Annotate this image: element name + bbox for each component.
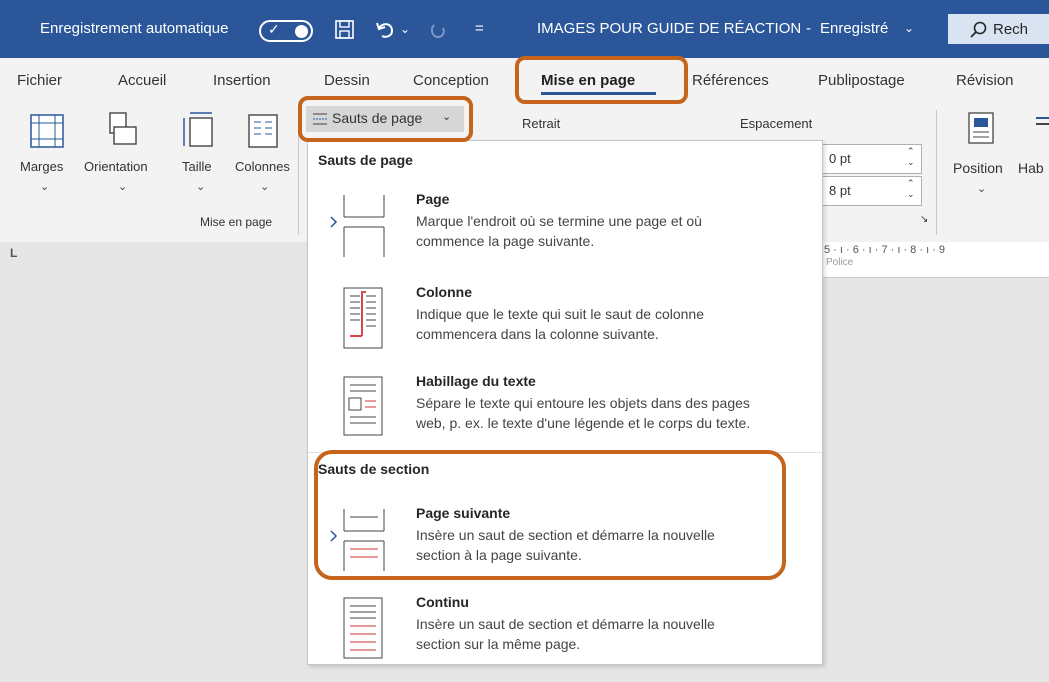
ruler-partial-label: Police xyxy=(826,257,854,268)
toggle-knob xyxy=(295,25,308,38)
menu-item-desc: web, p. ex. le texte d'une légende et le… xyxy=(416,415,751,431)
wrap-text-icon xyxy=(1036,117,1049,125)
page-breaks-button[interactable]: Sauts de page ⌄ xyxy=(306,106,464,132)
page-break-icon xyxy=(330,195,385,257)
margins-button[interactable]: Marges xyxy=(20,159,63,174)
ruler-ticks: 5 · ı · 6 · ı · 7 · ı · 8 · ı · 9 xyxy=(824,244,946,256)
dialog-launcher-icon[interactable]: ↘ xyxy=(920,214,928,225)
menu-item-desc: Sépare le texte qui entoure les objets d… xyxy=(416,395,750,411)
autosave-toggle[interactable]: ✓ xyxy=(259,20,313,42)
menu-item-title: Continu xyxy=(416,594,469,610)
search-text: Rech xyxy=(993,21,1029,38)
menu-item-desc: section à la page suivante. xyxy=(416,547,582,563)
size-button[interactable]: Taille xyxy=(182,159,212,174)
menu-item-page-suivante[interactable]: Page suivante Insère un saut de section … xyxy=(308,505,822,593)
size-icon xyxy=(183,112,213,147)
group-divider xyxy=(936,110,937,235)
menu-item-title: Page xyxy=(416,191,450,207)
menu-item-page[interactable]: Page Marque l'endroit où se termine une … xyxy=(308,191,822,279)
spacing-before-input[interactable]: 0 pt ⌃ ⌄ xyxy=(822,144,922,174)
menu-item-colonne[interactable]: Colonne Indique que le texte qui suit le… xyxy=(308,284,822,372)
menu-item-desc: Indique que le texte qui suit le saut de… xyxy=(416,306,704,322)
spacing-after-value: 8 pt xyxy=(829,183,851,198)
chevron-down-icon: ⌄ xyxy=(260,181,270,193)
menu-divider xyxy=(308,452,822,453)
orientation-button[interactable]: Orientation xyxy=(84,159,148,174)
redo-icon[interactable] xyxy=(428,20,448,40)
group-divider xyxy=(298,110,299,235)
tab-publipostage[interactable]: Publipostage xyxy=(818,72,905,89)
wrap-text-button[interactable]: Hab xyxy=(1018,160,1044,176)
column-break-icon xyxy=(343,287,383,349)
page-breaks-label: Sauts de page xyxy=(332,110,423,126)
spacing-label: Espacement xyxy=(740,116,813,131)
group-label-mise-en-page: Mise en page xyxy=(200,215,273,229)
spinner-icon[interactable]: ⌃ ⌄ xyxy=(907,146,915,168)
ruler: 5 · ı · 6 · ı · 7 · ı · 8 · ı · 9 Police xyxy=(820,242,1049,278)
undo-icon[interactable] xyxy=(374,19,396,41)
position-icon xyxy=(968,112,994,144)
menu-item-title: Habillage du texte xyxy=(416,373,536,389)
tab-stop-selector[interactable]: L xyxy=(10,246,17,260)
tab-fichier[interactable]: Fichier xyxy=(17,72,62,89)
chevron-down-icon[interactable]: ⌄ xyxy=(904,21,914,35)
menu-item-desc: commencera dans la colonne suivante. xyxy=(416,326,659,342)
continuous-break-icon xyxy=(343,597,383,659)
save-status[interactable]: Enregistré xyxy=(820,20,888,37)
save-icon[interactable] xyxy=(334,19,356,41)
tab-references[interactable]: Références xyxy=(692,72,769,89)
chevron-down-icon: ⌄ xyxy=(977,183,987,195)
customize-qat-icon[interactable]: = xyxy=(475,20,484,37)
indent-label: Retrait xyxy=(522,116,561,131)
menu-item-desc: section sur la même page. xyxy=(416,636,581,652)
page-breaks-menu: Sauts de page Page Marque l'endroit où s… xyxy=(307,140,823,665)
orientation-icon xyxy=(109,112,137,145)
menu-item-desc: Insère un saut de section et démarre la … xyxy=(416,616,715,632)
title-bar: Enregistrement automatique ✓ ⌄ = IMAGES … xyxy=(0,0,1049,58)
chevron-down-icon: ⌄ xyxy=(442,111,452,123)
search-icon xyxy=(970,21,987,38)
margins-icon xyxy=(30,114,64,148)
columns-icon xyxy=(248,114,278,148)
next-page-break-icon xyxy=(330,509,385,571)
ribbon-tabs: Fichier Accueil Insertion Dessin Concept… xyxy=(0,58,1049,102)
chevron-down-icon: ⌄ xyxy=(40,181,50,193)
menu-header-page-breaks: Sauts de page xyxy=(318,152,413,168)
tab-accueil[interactable]: Accueil xyxy=(118,72,166,89)
active-tab-underline xyxy=(541,92,656,95)
tab-revision[interactable]: Révision xyxy=(956,72,1014,89)
tab-dessin[interactable]: Dessin xyxy=(324,72,370,89)
menu-item-continu[interactable]: Continu Insère un saut de section et dém… xyxy=(308,594,822,682)
menu-item-desc: commence la page suivante. xyxy=(416,233,595,249)
spinner-icon[interactable]: ⌃ ⌄ xyxy=(907,178,915,200)
menu-item-habillage[interactable]: Habillage du texte Sépare le texte qui e… xyxy=(308,373,822,461)
search-box[interactable]: Rech xyxy=(948,14,1049,44)
tab-conception[interactable]: Conception xyxy=(413,72,489,89)
spacing-after-input[interactable]: 8 pt ⌃ ⌄ xyxy=(822,176,922,206)
text-wrapping-break-icon xyxy=(343,376,383,436)
menu-item-title: Colonne xyxy=(416,284,472,300)
page-break-icon xyxy=(313,113,327,125)
columns-button[interactable]: Colonnes xyxy=(235,159,290,174)
chevron-down-icon: ⌄ xyxy=(196,181,206,193)
spacing-before-value: 0 pt xyxy=(829,151,851,166)
menu-item-desc: Insère un saut de section et démarre la … xyxy=(416,527,715,543)
autosave-label: Enregistrement automatique xyxy=(40,20,229,37)
chevron-down-icon: ⌄ xyxy=(118,181,128,193)
undo-dropdown-icon[interactable]: ⌄ xyxy=(400,22,410,36)
tab-mise-en-page[interactable]: Mise en page xyxy=(541,72,635,89)
tab-insertion[interactable]: Insertion xyxy=(213,72,271,89)
document-title: IMAGES POUR GUIDE DE RÉACTION xyxy=(537,20,802,37)
menu-item-desc: Marque l'endroit où se termine une page … xyxy=(416,213,702,229)
menu-header-section-breaks: Sauts de section xyxy=(318,461,430,477)
check-icon: ✓ xyxy=(268,21,280,37)
menu-item-title: Page suivante xyxy=(416,505,511,521)
position-button[interactable]: Position xyxy=(953,160,1003,176)
title-separator: - xyxy=(806,20,811,37)
